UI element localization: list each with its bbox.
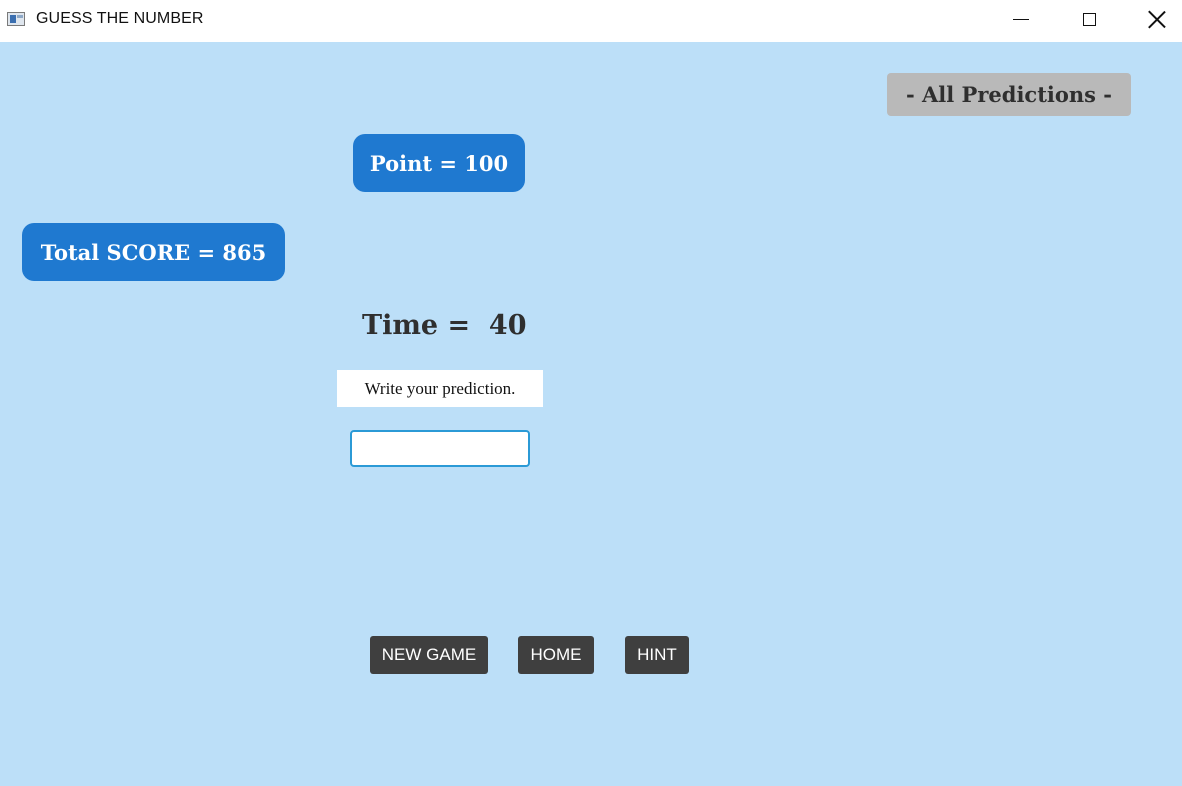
maximize-icon bbox=[1082, 12, 1096, 26]
maximize-button[interactable] bbox=[1066, 0, 1112, 38]
close-button[interactable] bbox=[1134, 0, 1180, 38]
minimize-button[interactable] bbox=[998, 0, 1044, 38]
time-display: Time = 40 bbox=[362, 310, 527, 341]
prediction-input[interactable] bbox=[350, 430, 530, 467]
close-icon bbox=[1148, 10, 1166, 28]
all-predictions-button[interactable]: - All Predictions - bbox=[887, 73, 1131, 116]
home-button[interactable]: HOME bbox=[518, 636, 594, 674]
game-stage: - All Predictions - Point = 100 Total SC… bbox=[0, 42, 1182, 786]
minimize-icon bbox=[1013, 18, 1029, 20]
prediction-prompt: Write your prediction. bbox=[337, 370, 543, 407]
app-window-icon bbox=[7, 12, 25, 26]
total-score-badge: Total SCORE = 865 bbox=[22, 223, 285, 281]
window-titlebar: GUESS THE NUMBER bbox=[0, 0, 1182, 42]
new-game-button[interactable]: NEW GAME bbox=[370, 636, 488, 674]
window-title: GUESS THE NUMBER bbox=[36, 10, 204, 27]
hint-button[interactable]: HINT bbox=[625, 636, 689, 674]
point-badge: Point = 100 bbox=[353, 134, 525, 192]
